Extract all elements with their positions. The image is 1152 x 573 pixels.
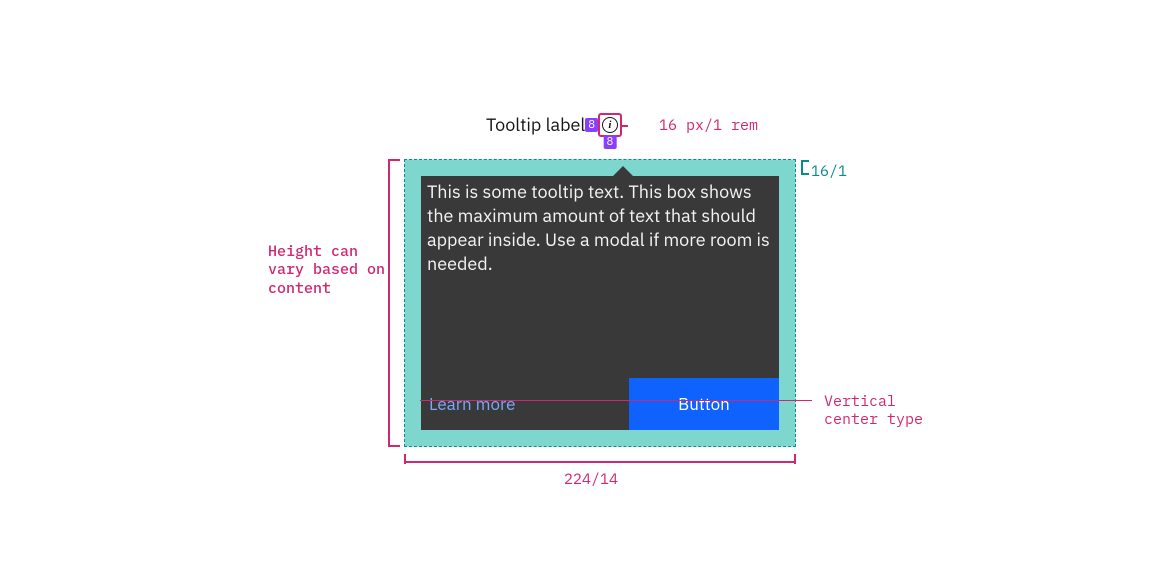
spacing-badge-vertical: 8 [604, 135, 617, 149]
tooltip-label: Tooltip label [486, 113, 585, 136]
padding-swatch [779, 160, 795, 176]
annotation-height: Height can vary based on content [268, 243, 388, 299]
padding-swatch [421, 430, 779, 446]
annotation-icon-size: 16 px/1 rem [659, 117, 758, 136]
learn-more-link[interactable]: Learn more [421, 393, 516, 415]
padding-swatch [405, 176, 421, 430]
padding-swatch [421, 160, 779, 176]
information-icon[interactable] [602, 117, 618, 133]
width-bracket [404, 461, 796, 463]
info-icon-bounding-box: 8 [598, 113, 622, 137]
spec-diagram: Tooltip label 8 8 16 px/1 rem This is so… [226, 77, 926, 497]
tooltip-text: This is some tooltip text. This box show… [421, 176, 779, 277]
padding-swatch [779, 430, 795, 446]
padding-swatch [779, 176, 795, 430]
tooltip-caret [613, 166, 633, 176]
vertical-center-guideline [420, 400, 812, 401]
padding-top-bracket [801, 160, 803, 175]
padding-swatch [405, 430, 421, 446]
tooltip-footer: Learn more Button [421, 378, 779, 430]
tooltip-trigger: Tooltip label 8 8 [486, 113, 622, 137]
tooltip-body: This is some tooltip text. This box show… [421, 176, 779, 430]
measure-tick [620, 125, 628, 127]
primary-button[interactable]: Button [629, 378, 779, 430]
annotation-vertical-center: Vertical center type [824, 393, 926, 431]
height-bracket [388, 159, 390, 447]
padding-swatch [405, 160, 421, 176]
annotation-padding-top: 16/1 [811, 163, 847, 182]
tooltip-padding-outline: This is some tooltip text. This box show… [404, 159, 796, 447]
annotation-width: 224/14 [564, 471, 618, 490]
spacing-badge-horizontal: 8 [585, 118, 598, 132]
